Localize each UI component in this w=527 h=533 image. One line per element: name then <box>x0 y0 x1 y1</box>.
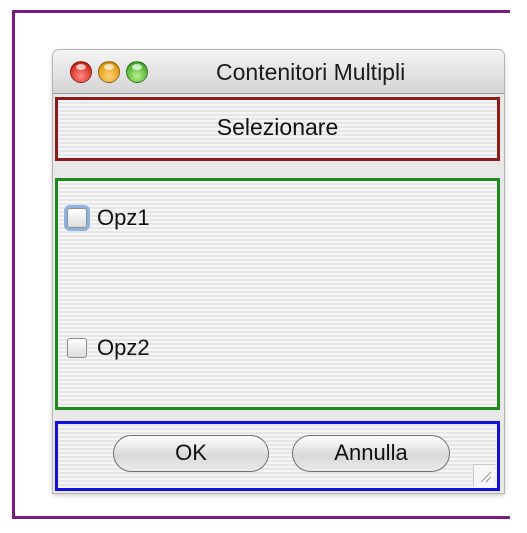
zoom-icon[interactable] <box>126 61 148 83</box>
header-label: Selezionare <box>216 114 339 140</box>
checkbox-opz1[interactable] <box>67 208 87 228</box>
option-label-opz2[interactable]: Opz2 <box>97 335 150 361</box>
option-opz1[interactable]: Opz1 <box>67 205 150 231</box>
option-label-opz1[interactable]: Opz1 <box>97 205 150 231</box>
minimize-icon[interactable] <box>98 61 120 83</box>
option-opz2[interactable]: Opz2 <box>67 335 150 361</box>
checkbox-opz2[interactable] <box>67 338 87 358</box>
buttons-container: OK Annulla <box>55 421 500 491</box>
resize-grip-icon[interactable] <box>473 464 495 486</box>
title-bar[interactable]: Contenitori Multipli <box>53 50 504 94</box>
close-icon[interactable] <box>70 61 92 83</box>
ok-button[interactable]: OK <box>113 435 269 472</box>
header-container: Selezionare <box>55 97 500 161</box>
cancel-button[interactable]: Annulla <box>292 435 450 472</box>
window-title: Contenitori Multipli <box>216 59 406 85</box>
options-container: Opz1 Opz2 <box>55 178 500 410</box>
dialog-window: Contenitori Multipli Selezionare Opz1 Op… <box>53 50 504 493</box>
